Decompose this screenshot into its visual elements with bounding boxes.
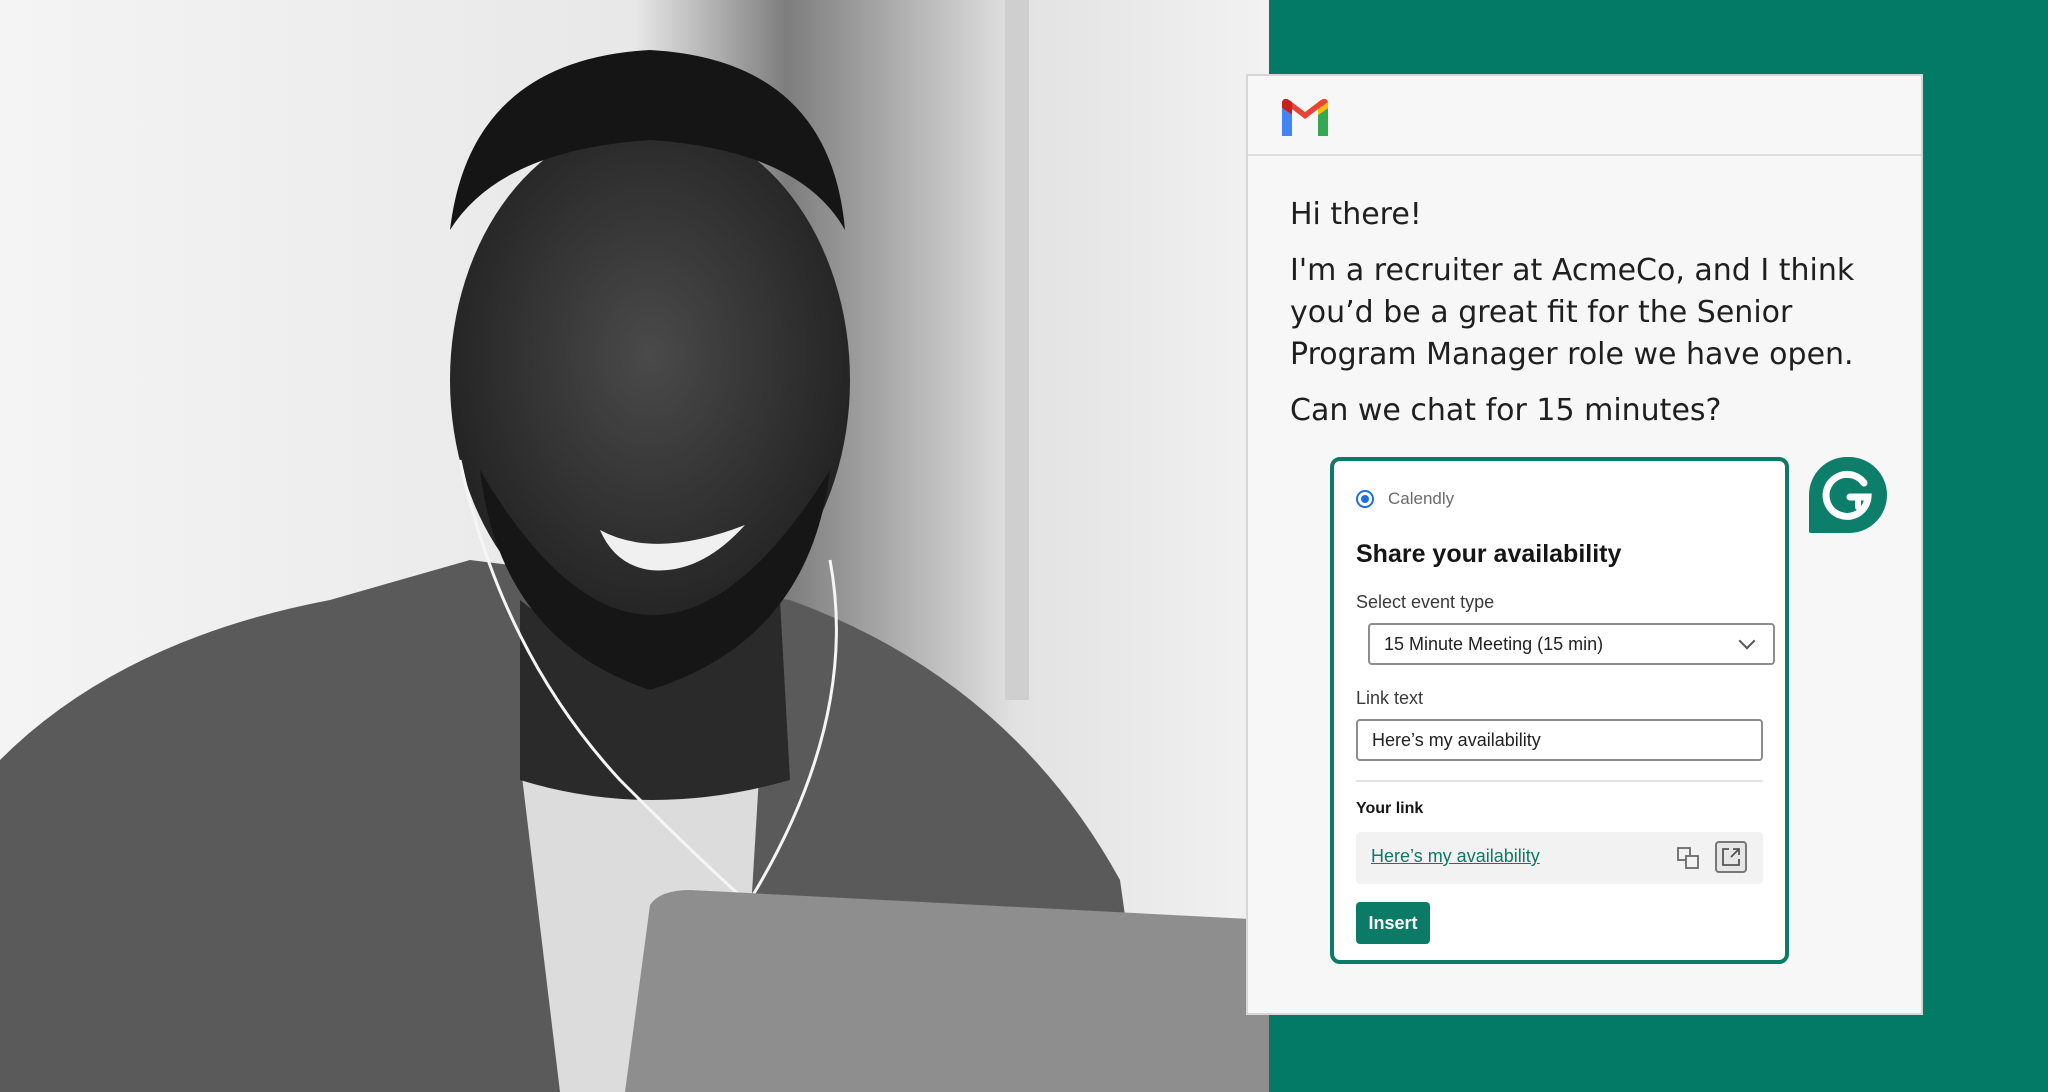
email-body: Hi there! I'm a recruiter at AcmeCo, and… bbox=[1290, 194, 1890, 446]
link-text-label: Link text bbox=[1356, 688, 1424, 708]
person-photo bbox=[0, 0, 1269, 1092]
photo-illustration bbox=[0, 0, 1269, 1092]
link-text-input[interactable] bbox=[1356, 719, 1763, 761]
grammarly-icon[interactable] bbox=[1809, 457, 1887, 533]
availability-link[interactable]: Here’s my availability bbox=[1371, 846, 1540, 867]
event-type-value: 15 Minute Meeting (15 min) bbox=[1384, 633, 1604, 654]
calendly-icon bbox=[1356, 490, 1374, 508]
email-paragraph: I'm a recruiter at AcmeCo, and I think y… bbox=[1290, 253, 1855, 372]
chevron-down-icon bbox=[1738, 632, 1756, 650]
email-greeting: Hi there! bbox=[1290, 197, 1422, 232]
calendly-brand: Calendly bbox=[1356, 489, 1454, 509]
open-link-icon[interactable] bbox=[1715, 841, 1747, 873]
gmail-icon bbox=[1282, 98, 1328, 136]
calendly-brand-name: Calendly bbox=[1388, 489, 1455, 508]
your-link-box: Here’s my availability bbox=[1356, 832, 1763, 884]
email-question: Can we chat for 15 minutes? bbox=[1290, 393, 1722, 428]
calendly-panel: Calendly Share your availability Select … bbox=[1330, 457, 1789, 964]
email-header bbox=[1248, 76, 1921, 156]
event-type-select[interactable]: 15 Minute Meeting (15 min) bbox=[1368, 623, 1775, 665]
your-link-label: Your link bbox=[1356, 800, 1424, 817]
event-type-label: Select event type bbox=[1356, 592, 1495, 612]
divider bbox=[1356, 780, 1763, 782]
copy-icon[interactable] bbox=[1676, 846, 1700, 870]
grammarly-g-glyph bbox=[1822, 470, 1872, 520]
panel-title: Share your availability bbox=[1356, 540, 1622, 568]
insert-button[interactable]: Insert bbox=[1356, 902, 1430, 944]
